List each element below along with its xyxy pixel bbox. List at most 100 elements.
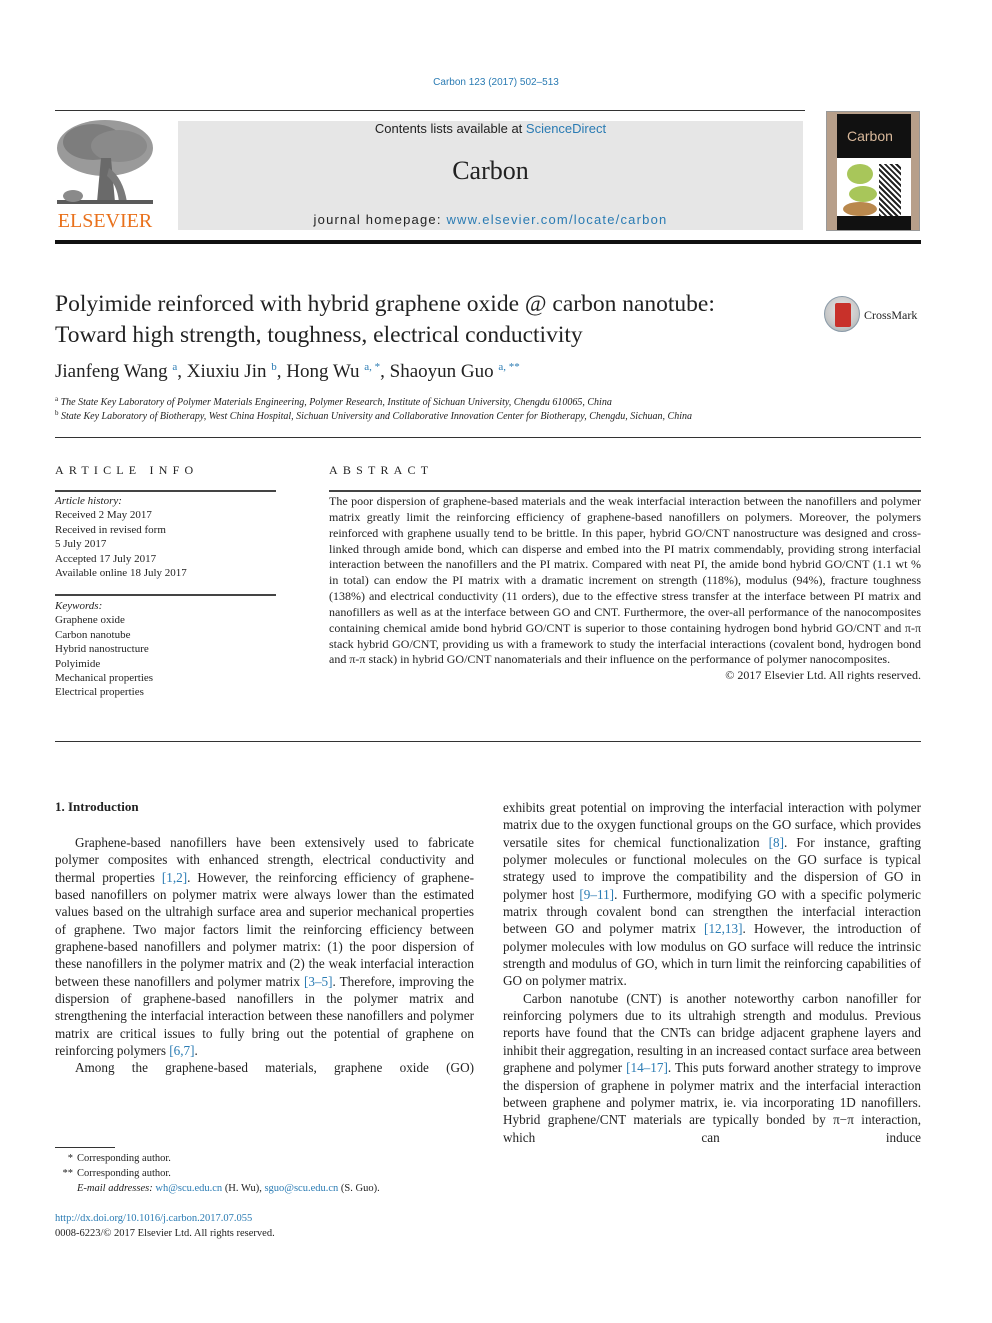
email-label: E-mail addresses:	[77, 1183, 156, 1194]
citation-link[interactable]: [6,7]	[169, 1043, 194, 1058]
section-heading-introduction: 1. Introduction	[55, 799, 139, 814]
keyword: Graphene oxide	[55, 614, 125, 627]
cover-page: Carbon	[837, 114, 911, 230]
email-owner: (S. Guo).	[338, 1183, 380, 1194]
abstract-heading: ABSTRACT	[329, 463, 434, 477]
cover-title: Carbon	[847, 128, 893, 144]
affiliation-text: State Key Laboratory of Biotherapy, West…	[61, 411, 692, 422]
sciencedirect-link[interactable]: ScienceDirect	[526, 121, 606, 136]
title-block-rule	[55, 437, 921, 438]
article-info-rule	[55, 490, 276, 492]
tree-icon	[53, 118, 157, 210]
affiliation-b: b State Key Laboratory of Biotherapy, We…	[55, 409, 692, 422]
homepage-link[interactable]: www.elsevier.com/locate/carbon	[446, 212, 667, 227]
citation-link[interactable]: [12,13]	[704, 921, 742, 936]
history-entry: 5 July 2017	[55, 538, 107, 551]
crossmark-button[interactable]: CrossMark	[824, 296, 924, 336]
citation-link[interactable]: [3–5]	[304, 974, 333, 989]
email-link-wu[interactable]: wh@scu.edu.cn	[155, 1183, 222, 1194]
history-entry: Received in revised form	[55, 523, 166, 536]
keyword: Hybrid nanostructure	[55, 643, 149, 656]
crossmark-label: CrossMark	[864, 308, 918, 322]
author-affiliation-marker[interactable]: a, *	[364, 361, 380, 373]
email-link-guo[interactable]: sguo@scu.edu.cn	[264, 1183, 338, 1194]
paragraph: Among the graphene-based materials, grap…	[75, 1060, 474, 1076]
keyword: Polyimide	[55, 657, 101, 670]
journal-cover-thumbnail[interactable]: Carbon	[826, 111, 920, 231]
paragraph: exhibits great potential on improving th…	[503, 799, 921, 990]
keyword: Electrical properties	[55, 686, 144, 699]
cover-top-band: Carbon	[837, 114, 911, 158]
paragraph: Carbon nanotube (CNT) is another notewor…	[503, 990, 921, 1146]
footnote-item: ** Corresponding author.	[55, 1166, 380, 1181]
contents-prefix: Contents lists available at	[374, 121, 526, 136]
title-line-1: Polyimide reinforced with hybrid graphen…	[55, 291, 715, 317]
citation-link[interactable]: [9–11]	[579, 887, 614, 902]
author-affiliation-marker[interactable]: a	[172, 361, 177, 373]
footnote-text: Corresponding author.	[77, 1153, 171, 1164]
issn-copyright: 0008-6223/© 2017 Elsevier Ltd. All right…	[55, 1228, 275, 1239]
keyword: Carbon nanotube	[55, 628, 131, 641]
cover-graphic	[847, 164, 873, 184]
elsevier-wordmark: ELSEVIER	[57, 210, 153, 232]
abstract-copyright: © 2017 Elsevier Ltd. All rights reserved…	[725, 668, 921, 683]
article-history-label: Article history:	[55, 495, 122, 507]
abstract-end-rule	[55, 741, 921, 742]
cover-graphic	[843, 202, 877, 216]
footnote-mark: **	[62, 1168, 74, 1179]
body-column-right: exhibits great potential on improving th…	[503, 799, 921, 1146]
cover-graphic	[879, 164, 901, 216]
author-list: Jianfeng Wang a, Xiuxiu Jin b, Hong Wu a…	[55, 361, 520, 382]
email-owner: (H. Wu),	[222, 1183, 265, 1194]
header-thick-rule	[55, 240, 921, 244]
doi-block: http://dx.doi.org/10.1016/j.carbon.2017.…	[55, 1211, 275, 1241]
affiliation-mark: a	[55, 395, 59, 403]
cover-bottom-band	[837, 216, 911, 230]
journal-homepage-line: journal homepage: www.elsevier.com/locat…	[178, 212, 803, 227]
history-entry: Received 2 May 2017	[55, 509, 152, 522]
footnote-item: * Corresponding author.	[55, 1151, 380, 1166]
affiliation-mark: b	[55, 409, 59, 417]
abstract-text: The poor dispersion of graphene-based ma…	[329, 494, 921, 667]
author-name[interactable]: Jianfeng Wang	[55, 361, 168, 382]
journal-title: Carbon	[452, 156, 529, 185]
author-name[interactable]: Shaoyun Guo	[390, 361, 494, 382]
homepage-prefix: journal homepage:	[313, 212, 447, 227]
header-rule	[55, 110, 805, 111]
keyword: Mechanical properties	[55, 672, 154, 685]
keywords-label: Keywords:	[55, 600, 103, 612]
paragraph: Graphene-based nanofillers have been ext…	[55, 834, 474, 1059]
author-affiliation-marker[interactable]: a, **	[498, 361, 519, 373]
history-entry: Available online 18 July 2017	[55, 567, 187, 580]
paragraph-text: .	[194, 1043, 198, 1059]
history-entry: Accepted 17 July 2017	[55, 552, 157, 565]
abstract-body: The poor dispersion of graphene-based ma…	[329, 494, 921, 684]
article-info-heading: ARTICLE INFO	[55, 463, 199, 477]
contents-available-line: Contents lists available at ScienceDirec…	[178, 121, 803, 136]
footnote-text: Corresponding author.	[77, 1168, 171, 1179]
paragraph-text: . However, the reinforcing efficiency of…	[55, 869, 474, 989]
affiliation-a: a The State Key Laboratory of Polymer Ma…	[55, 395, 612, 408]
title-line-2: Toward high strength, toughness, electri…	[55, 322, 583, 348]
footnotes: * Corresponding author. ** Corresponding a…	[55, 1151, 380, 1196]
author-affiliation-marker[interactable]: b	[271, 361, 277, 373]
cover-graphic	[849, 186, 877, 202]
keywords-rule	[55, 594, 276, 596]
author-name[interactable]: Hong Wu	[286, 361, 359, 382]
paper-title: Polyimide reinforced with hybrid graphen…	[55, 289, 815, 351]
author-name[interactable]: Xiuxiu Jin	[187, 361, 267, 382]
citation-link[interactable]: [8]	[769, 835, 784, 850]
body-column-left: Graphene-based nanofillers have been ext…	[55, 834, 474, 1077]
citation-link[interactable]: [14–17]	[626, 1060, 668, 1075]
affiliation-text: The State Key Laboratory of Polymer Mate…	[60, 397, 612, 408]
footnote-mark: *	[67, 1153, 73, 1164]
footnote-rule	[55, 1147, 115, 1148]
email-line: E-mail addresses: wh@scu.edu.cn (H. Wu),…	[55, 1181, 380, 1196]
article-history: Article history: Received 2 May 2017 Rec…	[55, 494, 187, 580]
journal-citation-link[interactable]: Carbon 123 (2017) 502–513	[0, 77, 992, 88]
keywords-block: Keywords: Graphene oxide Carbon nanotube…	[55, 599, 153, 700]
crossmark-icon	[824, 296, 860, 332]
citation-link[interactable]: [1,2]	[162, 870, 187, 885]
abstract-rule	[329, 490, 921, 492]
doi-link[interactable]: http://dx.doi.org/10.1016/j.carbon.2017.…	[55, 1211, 275, 1226]
